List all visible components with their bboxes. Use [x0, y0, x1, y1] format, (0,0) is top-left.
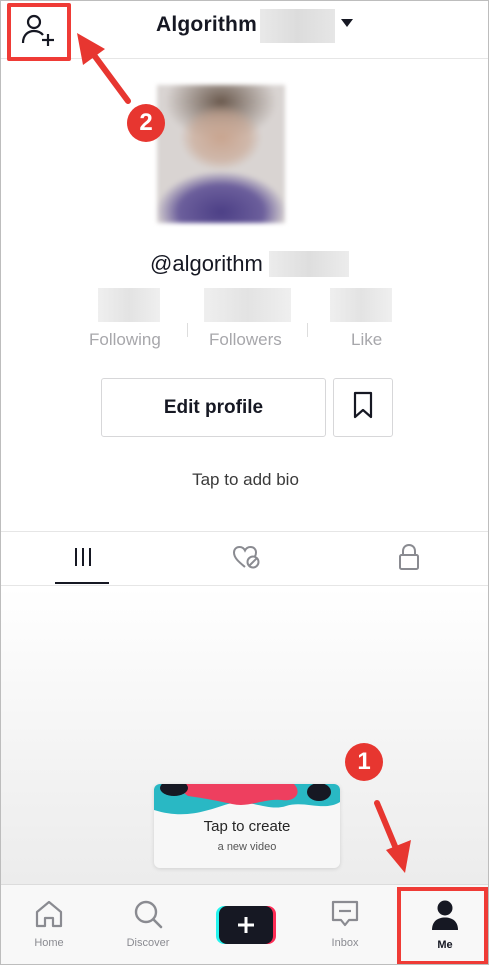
tap-to-create-tooltip[interactable]: Tap to create a new video	[154, 784, 340, 868]
search-icon	[132, 899, 164, 934]
create-video-button[interactable]	[216, 906, 276, 944]
likes-label[interactable]: Like	[351, 330, 382, 350]
profile-tabs	[1, 531, 488, 586]
inbox-icon	[329, 899, 361, 934]
lock-icon	[397, 543, 421, 576]
blurred-username-suffix	[260, 9, 335, 43]
stat-divider	[307, 323, 308, 337]
nav-inbox-label: Inbox	[331, 937, 359, 949]
nav-home[interactable]: Home	[19, 885, 79, 964]
tab-private[interactable]	[327, 532, 488, 586]
tooltip-subtitle: a new video	[217, 841, 277, 853]
nav-inbox[interactable]: Inbox	[313, 885, 377, 964]
bookmark-icon	[351, 391, 375, 424]
username: @algorithm	[150, 251, 263, 276]
nav-home-label: Home	[34, 937, 64, 949]
plus-icon	[216, 906, 276, 944]
add-user-icon	[21, 12, 57, 53]
profile-header: Algorithm	[1, 1, 488, 61]
likes-count-blurred	[330, 288, 392, 322]
blurred-username-part	[269, 251, 349, 277]
account-switcher-title[interactable]: Algorithm	[156, 13, 257, 37]
liked-hidden-icon	[231, 544, 261, 575]
add-bio-link[interactable]: Tap to add bio	[1, 470, 488, 490]
tooltip-title: Tap to create	[203, 818, 291, 835]
active-tab-indicator	[55, 582, 109, 584]
stat-divider	[187, 323, 188, 337]
add-user-button[interactable]	[7, 3, 71, 61]
edit-profile-button[interactable]: Edit profile	[101, 378, 326, 437]
app-screen: Algorithm @algorithm Following Followers…	[0, 0, 489, 965]
nav-discover-label: Discover	[126, 937, 170, 949]
followers-count-blurred	[204, 288, 291, 322]
grid-icon	[71, 545, 95, 574]
tab-videos[interactable]	[1, 532, 164, 586]
step-2-badge: 2	[127, 104, 165, 142]
home-icon	[33, 899, 65, 934]
nav-discover[interactable]: Discover	[113, 885, 183, 964]
tab-liked[interactable]	[164, 532, 327, 586]
me-highlight-box	[397, 887, 488, 964]
caret-down-icon[interactable]	[341, 19, 353, 27]
followers-label[interactable]: Followers	[209, 330, 282, 350]
following-label[interactable]: Following	[89, 330, 161, 350]
step-1-badge: 1	[345, 743, 383, 781]
following-count-blurred	[98, 288, 160, 322]
avatar[interactable]	[157, 85, 285, 223]
bookmark-button[interactable]	[333, 378, 393, 437]
